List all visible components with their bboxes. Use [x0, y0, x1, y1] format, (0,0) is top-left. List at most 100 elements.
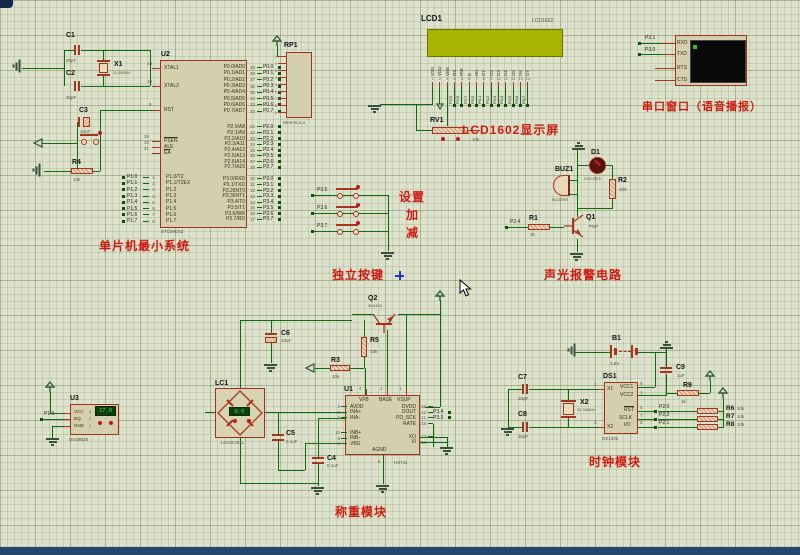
pin-row[interactable]: P0.6/AD6 33 P0.6 [190, 102, 281, 108]
capacitor[interactable] [78, 45, 80, 55]
terminal[interactable] [278, 125, 281, 129]
lcd-screen[interactable] [427, 29, 563, 57]
key-button-add[interactable] [337, 211, 343, 217]
battery[interactable] [631, 345, 633, 358]
key-button-sub[interactable] [337, 229, 343, 235]
pin-row[interactable]: P1.7 8 P1.7 [122, 218, 190, 224]
terminal[interactable] [460, 104, 464, 107]
terminal[interactable] [278, 154, 281, 158]
terminal[interactable] [278, 183, 281, 187]
pin-row[interactable]: P0.3/AD3 36 P0.3 [190, 83, 281, 89]
terminal[interactable] [511, 104, 515, 107]
terminal[interactable] [654, 426, 657, 429]
crystal-body[interactable] [99, 63, 108, 73]
terminal[interactable] [278, 200, 281, 204]
capacitor[interactable] [522, 384, 524, 394]
reset-button[interactable] [81, 139, 87, 145]
terminal[interactable] [654, 410, 657, 413]
capacitor[interactable] [74, 45, 76, 55]
resistor[interactable] [71, 168, 93, 174]
terminal[interactable] [278, 177, 281, 181]
capacitor[interactable] [74, 81, 76, 91]
terminal[interactable] [638, 42, 641, 45]
terminal[interactable] [278, 206, 281, 210]
crystal[interactable] [561, 400, 576, 402]
pin-num: 14 [249, 199, 255, 205]
terminal[interactable] [278, 188, 281, 192]
capacitor[interactable] [526, 422, 528, 432]
key-button-set[interactable] [353, 193, 359, 199]
pin-row[interactable]: P0.2/AD2 37 P0.2 [190, 77, 281, 83]
pin-name: P0.4/AD4 [223, 89, 245, 96]
resistor[interactable] [609, 179, 616, 199]
terminal[interactable] [278, 212, 281, 216]
pin-row[interactable]: P0.5/AD5 34 P0.5 [190, 95, 281, 102]
terminal[interactable] [278, 131, 281, 135]
pin-row[interactable]: RATE 15 [352, 421, 451, 427]
resistor[interactable] [677, 390, 699, 396]
key-button-sub[interactable] [353, 229, 359, 235]
pin-row[interactable]: P0.4/AD4 35 P0.4 [190, 89, 281, 95]
resistor[interactable] [697, 424, 718, 430]
terminal[interactable] [278, 148, 281, 152]
crystal-body[interactable] [563, 403, 574, 415]
transistor-pnp[interactable] [371, 313, 397, 334]
capacitor[interactable] [660, 367, 672, 369]
terminal[interactable] [278, 136, 281, 140]
serial-screen[interactable] [690, 40, 746, 83]
terminal[interactable] [40, 418, 43, 421]
pin-row[interactable]: P0.7/AD7 32 P0.7 [190, 108, 281, 114]
pin-num: 26 [249, 153, 255, 159]
key-button-add[interactable] [353, 211, 359, 217]
buzzer[interactable] [553, 175, 570, 196]
terminal[interactable] [467, 104, 471, 107]
capacitor[interactable] [660, 371, 672, 373]
terminal[interactable] [453, 104, 457, 107]
terminal[interactable] [482, 104, 486, 107]
pin-row[interactable]: P1.0 1 P1.0/T2 [122, 174, 190, 180]
battery[interactable] [614, 348, 617, 355]
capacitor[interactable] [83, 117, 90, 127]
capacitor[interactable] [78, 81, 80, 91]
battery[interactable] [610, 345, 612, 358]
terminal[interactable] [497, 104, 501, 107]
resistor[interactable] [330, 365, 350, 371]
terminal[interactable] [475, 104, 479, 107]
pin-row[interactable]: P2.7/A15 28 P2.7 [190, 164, 281, 170]
resistor[interactable] [528, 224, 550, 230]
terminal[interactable] [489, 104, 493, 107]
terminal[interactable] [278, 160, 281, 164]
respack-body[interactable] [286, 52, 312, 118]
terminal[interactable] [504, 104, 508, 107]
capacitor[interactable] [312, 457, 324, 459]
led[interactable] [589, 157, 606, 174]
terminal[interactable] [278, 165, 281, 169]
capacitor[interactable] [526, 384, 528, 394]
pin-row[interactable]: P1.1 2 P1.1/T2EX [122, 180, 190, 186]
terminal[interactable] [654, 418, 657, 421]
resistor[interactable] [697, 416, 718, 422]
reset-button[interactable] [93, 139, 99, 145]
resistor[interactable] [697, 408, 718, 414]
terminal[interactable] [526, 104, 530, 107]
terminal[interactable] [448, 410, 451, 414]
terminal[interactable] [278, 194, 281, 198]
key-button-set[interactable] [337, 193, 343, 199]
capacitor[interactable] [78, 117, 80, 127]
capacitor[interactable] [272, 434, 284, 436]
crystal[interactable] [97, 60, 110, 62]
capacitor[interactable] [522, 422, 524, 432]
terminal[interactable] [638, 53, 641, 56]
terminal[interactable] [278, 142, 281, 146]
terminal[interactable] [278, 217, 281, 221]
terminal[interactable] [448, 416, 451, 420]
schematic-canvas[interactable]: U2 STC89C52 19 XTAL1 18 XTAL2 9 RST 29 P… [0, 0, 800, 555]
resistor[interactable] [361, 337, 367, 357]
pin-row[interactable]: P0.1/AD1 38 P0.1 [190, 70, 281, 76]
lcd-pin-column[interactable]: D7 14 P0.7 [521, 57, 531, 109]
pin-row[interactable]: P0.0/AD0 39 P0.0 [190, 64, 281, 70]
pin-row[interactable]: P3.7/RD 17 P3.7 [190, 216, 281, 222]
terminal[interactable] [519, 104, 523, 107]
capacitor[interactable] [265, 333, 277, 335]
transistor-pnp[interactable] [563, 213, 584, 239]
